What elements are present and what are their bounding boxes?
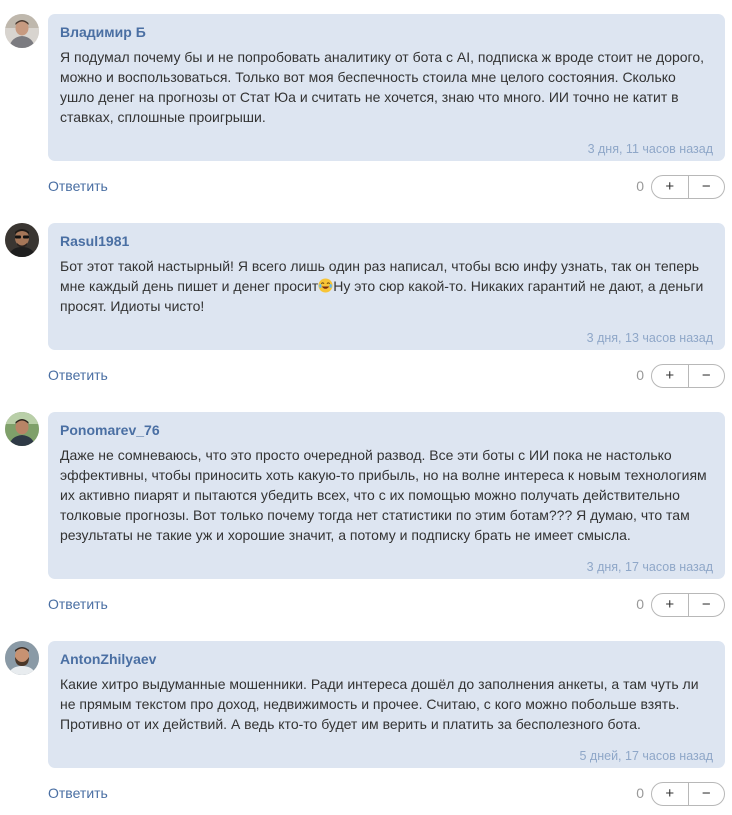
vote-buttons: + − [651,593,725,617]
comment-timestamp: 3 дня, 13 часов назад [586,331,713,345]
comment-text-line: эффективны, чтобы приносить хоть какую-т… [60,467,707,483]
avatar-outdoor-man-icon [5,412,39,446]
vote-score: 0 [636,178,644,194]
vote-buttons: + − [651,782,725,806]
comment-text: Бот этот такой настырный! Я всего лишь о… [60,256,711,316]
comment-footer: Ответить 0 + − [48,782,725,806]
comment-text-line: Даже не сомневаюсь, что это просто очере… [60,447,672,463]
comment-footer: Ответить 0 + − [48,364,725,388]
laughing-face-emoji-icon [318,278,333,293]
comment-text-fragment: Ну это сюр какой-то. Никаких гарантий не… [333,278,704,294]
vote-buttons: + − [651,364,725,388]
vote-score: 0 [636,367,644,383]
avatar-bearded-man-icon [5,641,39,675]
upvote-button[interactable]: + [652,594,689,616]
upvote-button[interactable]: + [652,783,689,805]
reply-link[interactable]: Ответить [48,596,108,612]
comment-text-line: ушло денег на прогнозы от Стат Юа и счит… [60,89,679,105]
upvote-button[interactable]: + [652,365,689,387]
vote-score: 0 [636,785,644,801]
downvote-button[interactable]: − [689,594,725,616]
comment-bubble: Владимир Б Я подумал почему бы и не попр… [48,14,725,161]
comment-text-line: мне каждый день пишет и денег просит Ну э… [60,276,711,296]
avatar[interactable] [5,412,39,446]
comment-bubble: AntonZhilyaev Какие хитро выдуманные мош… [48,641,725,768]
reply-link[interactable]: Ответить [48,785,108,801]
comment-text-line: Я подумал почему бы и не попробовать ана… [60,49,705,65]
upvote-button[interactable]: + [652,176,689,198]
avatar-gray-shirt-icon [5,14,39,48]
comment-timestamp: 5 дней, 17 часов назад [579,749,714,763]
comment-text-line: не прямым текстом про доход, недвижимост… [60,696,680,712]
comment-text-line: толковые прогнозы. Вот только почему тог… [60,507,690,523]
comment-timestamp: 3 дня, 11 часов назад [587,142,713,156]
comment-text-line: Противно от их действий. А ведь кто-то б… [60,716,641,732]
vote-score: 0 [636,596,644,612]
comment-bubble: Rasul1981 Бот этот такой настырный! Я вс… [48,223,725,350]
comment-timestamp: 3 дня, 17 часов назад [586,560,713,574]
comment-author[interactable]: Rasul1981 [60,233,129,249]
vote-buttons: + − [651,175,725,199]
downvote-button[interactable]: − [689,365,725,387]
comment-author[interactable]: Владимир Б [60,24,146,40]
reply-link[interactable]: Ответить [48,367,108,383]
downvote-button[interactable]: − [689,783,725,805]
reply-link[interactable]: Ответить [48,178,108,194]
comment-text: Какие хитро выдуманные мошенники. Ради и… [60,674,711,734]
comment-text-fragment: мне каждый день пишет и денег просит [60,278,319,294]
comment-text-line: ставках, сплошные проигрыши. [60,109,266,125]
comment-text-line: результаты не такие уж и хорошие значит,… [60,527,631,543]
avatar[interactable] [5,223,39,257]
downvote-button[interactable]: − [689,176,725,198]
comment-author[interactable]: AntonZhilyaev [60,651,156,667]
comment-text: Я подумал почему бы и не попробовать ана… [60,47,711,127]
avatar[interactable] [5,14,39,48]
comment-text: Даже не сомневаюсь, что это просто очере… [60,445,711,545]
avatar[interactable] [5,641,39,675]
comment-text-line: Какие хитро выдуманные мошенники. Ради и… [60,676,699,692]
comment-text-line: можно и воспользоваться. Только вот моя … [60,69,676,85]
comment-footer: Ответить 0 + − [48,175,725,199]
comment-text-line: просят. Идиоты чисто! [60,298,205,314]
comment-author[interactable]: Ponomarev_76 [60,422,160,438]
comment-text-line: их активно пиарят и пытаются убедить все… [60,487,680,503]
comment-text-line: Бот этот такой настырный! Я всего лишь о… [60,258,700,274]
avatar-dark-sunglasses-icon [5,223,39,257]
comment-footer: Ответить 0 + − [48,593,725,617]
comment-bubble: Ponomarev_76 Даже не сомневаюсь, что это… [48,412,725,579]
